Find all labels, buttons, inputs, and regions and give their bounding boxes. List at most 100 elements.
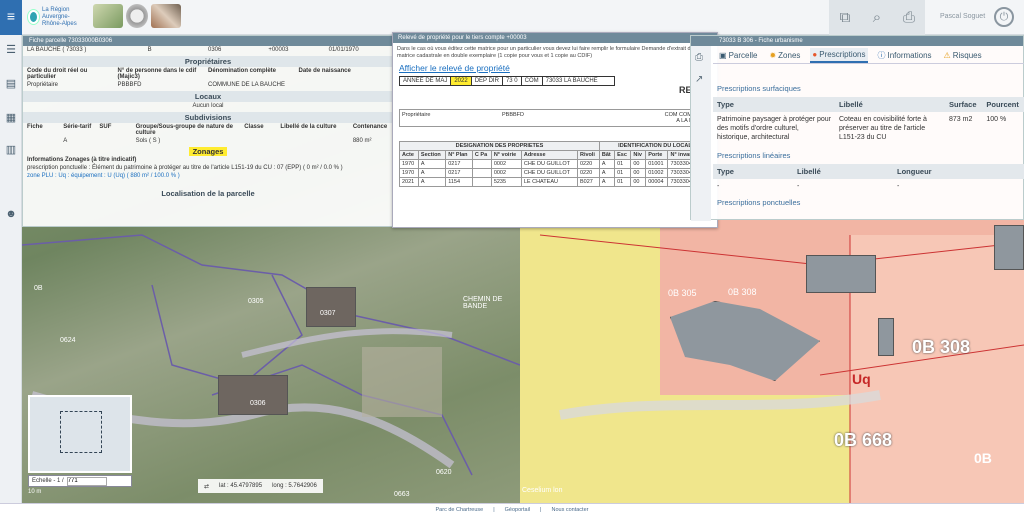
map-attribution[interactable]: Ceselium lon (522, 487, 562, 494)
footer: Parc de Chartreuse | Géoportail | Nous c… (0, 503, 1024, 516)
basemap-thumb-globe[interactable] (126, 4, 148, 28)
print-icon[interactable]: ⎙ (893, 0, 925, 35)
coordinates-readout: ⇄ lat : 45.4797895 long : 5.7642906 (198, 479, 323, 493)
road-label: 0B (34, 285, 43, 292)
locaux-none: Aucun local (192, 103, 224, 109)
building (218, 375, 288, 415)
zonages-heading: Zonages (188, 147, 228, 156)
swap-icon[interactable]: ⇄ (204, 483, 209, 490)
table-row: 1970 A 0217 0002 CHE DU GUILLOT 0220 A 01 00 0100… (399, 159, 711, 169)
overview-minimap[interactable] (28, 395, 132, 473)
footer-link[interactable]: Parc de Chartreuse (436, 507, 484, 513)
panel-title: Fiche parcelle 73033000B0306 (23, 36, 393, 46)
external-link-icon[interactable]: ↗ (695, 74, 703, 85)
tab-informations[interactable]: ⓘ Informations (876, 48, 934, 63)
alert-circle-icon: ● (812, 50, 818, 59)
panel-title: Relevé de propriété pour le tiers compte… (393, 33, 717, 43)
ponctuelles-title: Prescriptions ponctuelles (717, 198, 801, 207)
urba-tabs: ▣ Parcelle ✹ Zones ● Prescriptions ⓘ Informa… (713, 48, 1024, 64)
subdivision-row: A Sols ( S ) 880 m² (63, 138, 372, 144)
zone-plu-link[interactable]: zone PLU : Uq : équipement : U (Uq) ( 88… (23, 172, 393, 180)
region-logo: La Région Auvergne-Rhône-Alpes (28, 6, 86, 27)
zone-label: Uq (852, 371, 871, 387)
scale-input[interactable] (66, 476, 107, 486)
releve-table: DESIGNATION DES PROPRIETES IDENTIFICATIO… (399, 141, 712, 187)
search-icon[interactable]: ⌕ (861, 0, 893, 35)
parcel-label: 0B 308 (728, 287, 757, 297)
tab-prescriptions[interactable]: ● Prescriptions (810, 48, 868, 63)
logo-line1: La Région (42, 6, 70, 13)
fiche-urbanisme-panel: 73033 B 306 - Fiche urbanisme ⎙ ↗ ▣ Parce… (690, 35, 1024, 221)
annee-value: 2022 (451, 77, 472, 85)
scale-bar: 10 m (28, 489, 42, 495)
parcel-label: 0305 (248, 298, 264, 305)
tab-risques[interactable]: ⚠ Risques (942, 49, 984, 62)
parcel-label: 0B (974, 450, 992, 466)
3d-building (994, 225, 1024, 270)
afficher-releve-link[interactable]: Afficher le relevé de propriété (393, 63, 717, 73)
zonages-info-title: Informations Zonages (à titre indicatif) (27, 157, 137, 163)
tab-parcelle[interactable]: ▣ Parcelle (717, 49, 759, 62)
table-row: - - - (717, 183, 900, 190)
table-row: 2021 A 1154 5235 LE CHATEAU B027 A 01 00 00004 730… (399, 177, 711, 187)
locaux-heading: Locaux (23, 91, 393, 102)
logo-mark (28, 10, 40, 24)
proprietaires-heading: Propriétaires (23, 56, 393, 67)
releve-propriete-panel: Relevé de propriété pour le tiers compte… (392, 32, 718, 228)
localisation-heading: Localisation de la parcelle (161, 189, 255, 198)
top-bar: ≡ La Région Auvergne-Rhône-Alpes ⧉ ⌕ ⎙ P… (0, 0, 1024, 35)
lineaires-title: Prescriptions linéaires (717, 151, 791, 160)
owner-headers: Code du droit réel ou particulier N° de … (27, 68, 351, 80)
layers-icon[interactable]: ⧉ (829, 0, 861, 35)
subdivision-headers: Fiche Série-tarif SUF Groupe/Sous-groupe… (27, 124, 388, 136)
basemap-thumbnails (93, 4, 181, 28)
parcel-label: 0663 (394, 491, 410, 498)
scale-control: Echelle - 1 / (28, 475, 132, 487)
fiche-parcelle-panel: Fiche parcelle 73033000B0306 LA BAUCHE (… (22, 35, 394, 227)
user-name[interactable]: Pascal Soguet (940, 13, 985, 20)
minimap-extent[interactable] (60, 411, 102, 453)
basemap-thumb-3d[interactable] (151, 4, 181, 28)
map-icon[interactable]: ▦ (3, 111, 19, 125)
table-row: Patrimoine paysager à protéger pour des … (717, 116, 1007, 141)
3d-building (806, 255, 876, 293)
scale-label: Echelle - 1 / (32, 478, 64, 484)
surfaciques-title: Prescriptions surfaciques (717, 84, 801, 93)
basemap-thumb-orthophoto[interactable] (93, 4, 123, 28)
lineaires-table: Type Libellé Longueur - - - (713, 164, 1024, 194)
logo-line2: Auvergne-Rhône-Alpes (42, 13, 77, 27)
prescription-text: prescription ponctuelle : Élément du pat… (27, 165, 343, 171)
owner-row: Propriétaire PBBBFD COM COMMUNE A LA MAI… (399, 109, 711, 127)
building (306, 287, 356, 327)
document-icon[interactable]: ▤ (3, 77, 19, 91)
left-toolbar: ☰ ▤ ▦ ▥ ☻ (0, 35, 22, 503)
sun-icon: ✹ (769, 51, 777, 60)
footer-link[interactable]: Nous contacter (551, 507, 588, 513)
road-label: CHEMIN DE BANDE (463, 296, 503, 310)
database-icon[interactable]: ☰ (3, 43, 19, 57)
parcel-label: 0B 305 (668, 288, 697, 298)
parcel-summary-row: LA BAUCHE ( 73033 ) B 0306 +00003 01/01/… (27, 47, 359, 53)
latitude: lat : 45.4797895 (219, 483, 263, 489)
building-icon[interactable]: ▥ (3, 143, 19, 157)
parcel-label: 0306 (250, 400, 266, 407)
map-icon: ▣ (719, 51, 727, 60)
parcel-label: 0B 668 (834, 430, 893, 450)
tab-zones[interactable]: ✹ Zones (767, 49, 802, 62)
hamburger-icon[interactable]: ≡ (0, 0, 22, 35)
info-icon: ⓘ (877, 51, 886, 60)
prescriptions-content: Prescriptions surfaciques Type Libellé S… (713, 68, 1024, 211)
urba-side-toolbar: ⎙ ↗ (691, 46, 711, 221)
owner-row: Propriétaire PBBBFD COMMUNE DE LA BAUCHE (27, 82, 286, 88)
panel-title: 73033 B 306 - Fiche urbanisme (691, 36, 1023, 46)
power-icon[interactable]: ⏻ (994, 7, 1014, 27)
3d-building (878, 318, 894, 356)
parcel-label: 0307 (320, 310, 336, 317)
table-header: Acte Section N° Plan C Pa N° voirie Adre… (399, 150, 711, 160)
users-icon[interactable]: ☻ (3, 207, 19, 221)
print-icon[interactable]: ⎙ (695, 52, 703, 63)
footer-link[interactable]: Géoportail (505, 507, 530, 513)
releve-header-box: ANNEE DE MAJ 2022 DEP DIR 73 0 COM 73033… (399, 76, 615, 86)
subdivisions-heading: Subdivisions (23, 112, 393, 123)
parcel-label: 0B 308 (912, 337, 971, 357)
